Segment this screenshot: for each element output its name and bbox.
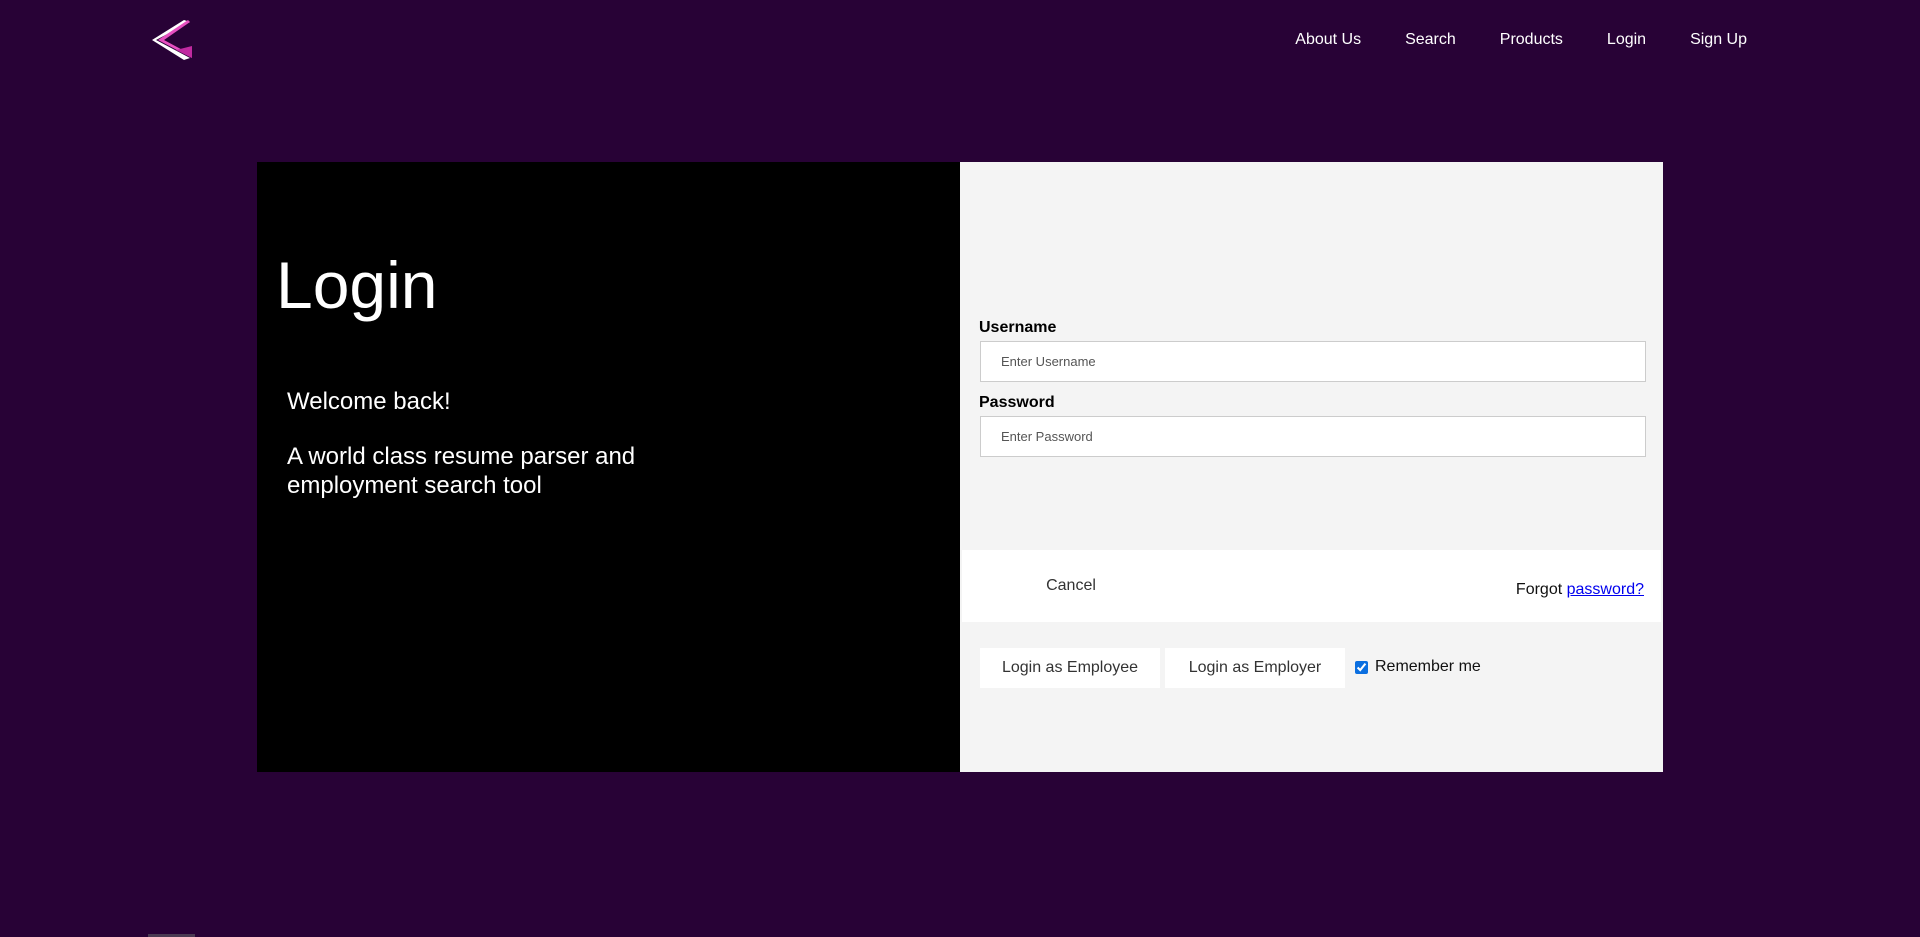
welcome-panel: Login Welcome back! A world class resume…	[257, 162, 960, 772]
forgot-password-link[interactable]: password?	[1567, 581, 1644, 598]
page-title: Login	[276, 248, 438, 322]
login-card: Login Welcome back! A world class resume…	[257, 162, 1663, 772]
nav-products[interactable]: Products	[1500, 31, 1563, 49]
forgot-prefix: Forgot	[1515, 581, 1563, 598]
cancel-button[interactable]: Cancel	[1026, 569, 1116, 603]
navbar: About Us Search Products Login Sign Up	[0, 0, 1920, 84]
forgot-password: Forgot password?	[1516, 581, 1644, 599]
username-label: Username	[979, 319, 1057, 336]
remember-me-label: Remember me	[1375, 658, 1481, 675]
tagline-text: A world class resume parser and employme…	[287, 443, 636, 499]
logo-chevron-icon[interactable]	[152, 20, 194, 62]
password-input[interactable]	[980, 416, 1646, 457]
remember-me[interactable]: Remember me	[1355, 658, 1481, 676]
password-label: Password	[979, 394, 1055, 411]
nav-login[interactable]: Login	[1607, 31, 1646, 49]
remember-me-checkbox[interactable]	[1355, 660, 1368, 674]
nav-about-us[interactable]: About Us	[1295, 31, 1361, 49]
form-panel: Username Password Login as Employee Logi…	[960, 162, 1663, 772]
nav-search[interactable]: Search	[1405, 31, 1456, 49]
username-input[interactable]	[980, 341, 1646, 382]
nav-links: About Us Search Products Login Sign Up	[1251, 31, 1747, 49]
login-form: Username Password Login as Employee Logi…	[962, 309, 1661, 688]
welcome-text: Welcome back!	[287, 388, 451, 415]
form-footer: Cancel Forgot password?	[962, 550, 1661, 622]
login-as-employee-button[interactable]: Login as Employee	[980, 648, 1160, 688]
login-as-employer-button[interactable]: Login as Employer	[1165, 648, 1345, 688]
nav-sign-up[interactable]: Sign Up	[1690, 31, 1747, 49]
